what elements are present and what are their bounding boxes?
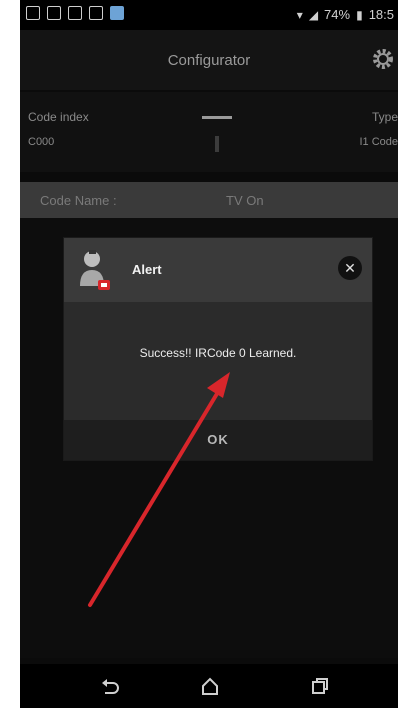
status-bar: ▾ ◢ 74% ▮ 18:5 <box>20 0 398 30</box>
close-icon[interactable]: ✕ <box>338 256 362 280</box>
recents-icon[interactable] <box>308 674 332 698</box>
code-index-value: C000 <box>28 136 55 148</box>
page-title: Configurator <box>167 52 251 69</box>
phone-screen: ▾ ◢ 74% ▮ 18:5 Configurator Code index C… <box>20 0 398 708</box>
slider-handle[interactable] <box>215 136 219 152</box>
code-name-bar: Code Name : TV On <box>20 182 398 218</box>
wifi-icon: ▾ <box>296 7 303 22</box>
battery-percent: 74% <box>324 7 351 22</box>
whatsapp-icon <box>26 6 40 20</box>
code-row: Code index C000 Type I1 Code <box>20 92 398 172</box>
app-notification-icon <box>110 6 124 20</box>
type-value: I1 Code <box>359 136 398 148</box>
code-index-slider[interactable] <box>202 114 232 154</box>
app-bar: Configurator <box>20 30 398 90</box>
system-status: ▾ ◢ 74% ▮ 18:5 <box>297 7 394 22</box>
alert-dialog: Alert ✕ Success!! IRCode 0 Learned. OK <box>64 238 372 460</box>
avatar-icon <box>80 250 110 290</box>
code-name-label: Code Name : <box>40 193 117 208</box>
notification-icons <box>26 6 124 20</box>
gear-icon[interactable] <box>370 46 396 72</box>
clock: 18:5 <box>368 7 394 22</box>
slider-track <box>202 116 232 119</box>
dialog-header: Alert ✕ <box>64 238 372 302</box>
dialog-title: Alert <box>132 262 162 277</box>
ok-button[interactable]: OK <box>64 432 372 447</box>
missed-call-icon <box>47 6 61 20</box>
dialog-footer: OK <box>64 420 372 460</box>
type-label: Type <box>371 110 398 124</box>
navigation-bar <box>20 664 398 708</box>
signal-icon: ◢ <box>308 7 319 22</box>
dialog-body: Success!! IRCode 0 Learned. <box>64 302 372 420</box>
code-name-value[interactable]: TV On <box>226 193 264 208</box>
battery-icon: ▮ <box>356 7 363 22</box>
code-index-label: Code index <box>28 110 89 124</box>
home-icon[interactable] <box>198 674 222 698</box>
dialog-message: Success!! IRCode 0 Learned. <box>139 346 297 360</box>
image-icon <box>68 6 82 20</box>
back-icon[interactable] <box>98 674 122 698</box>
warning-icon <box>89 6 103 20</box>
